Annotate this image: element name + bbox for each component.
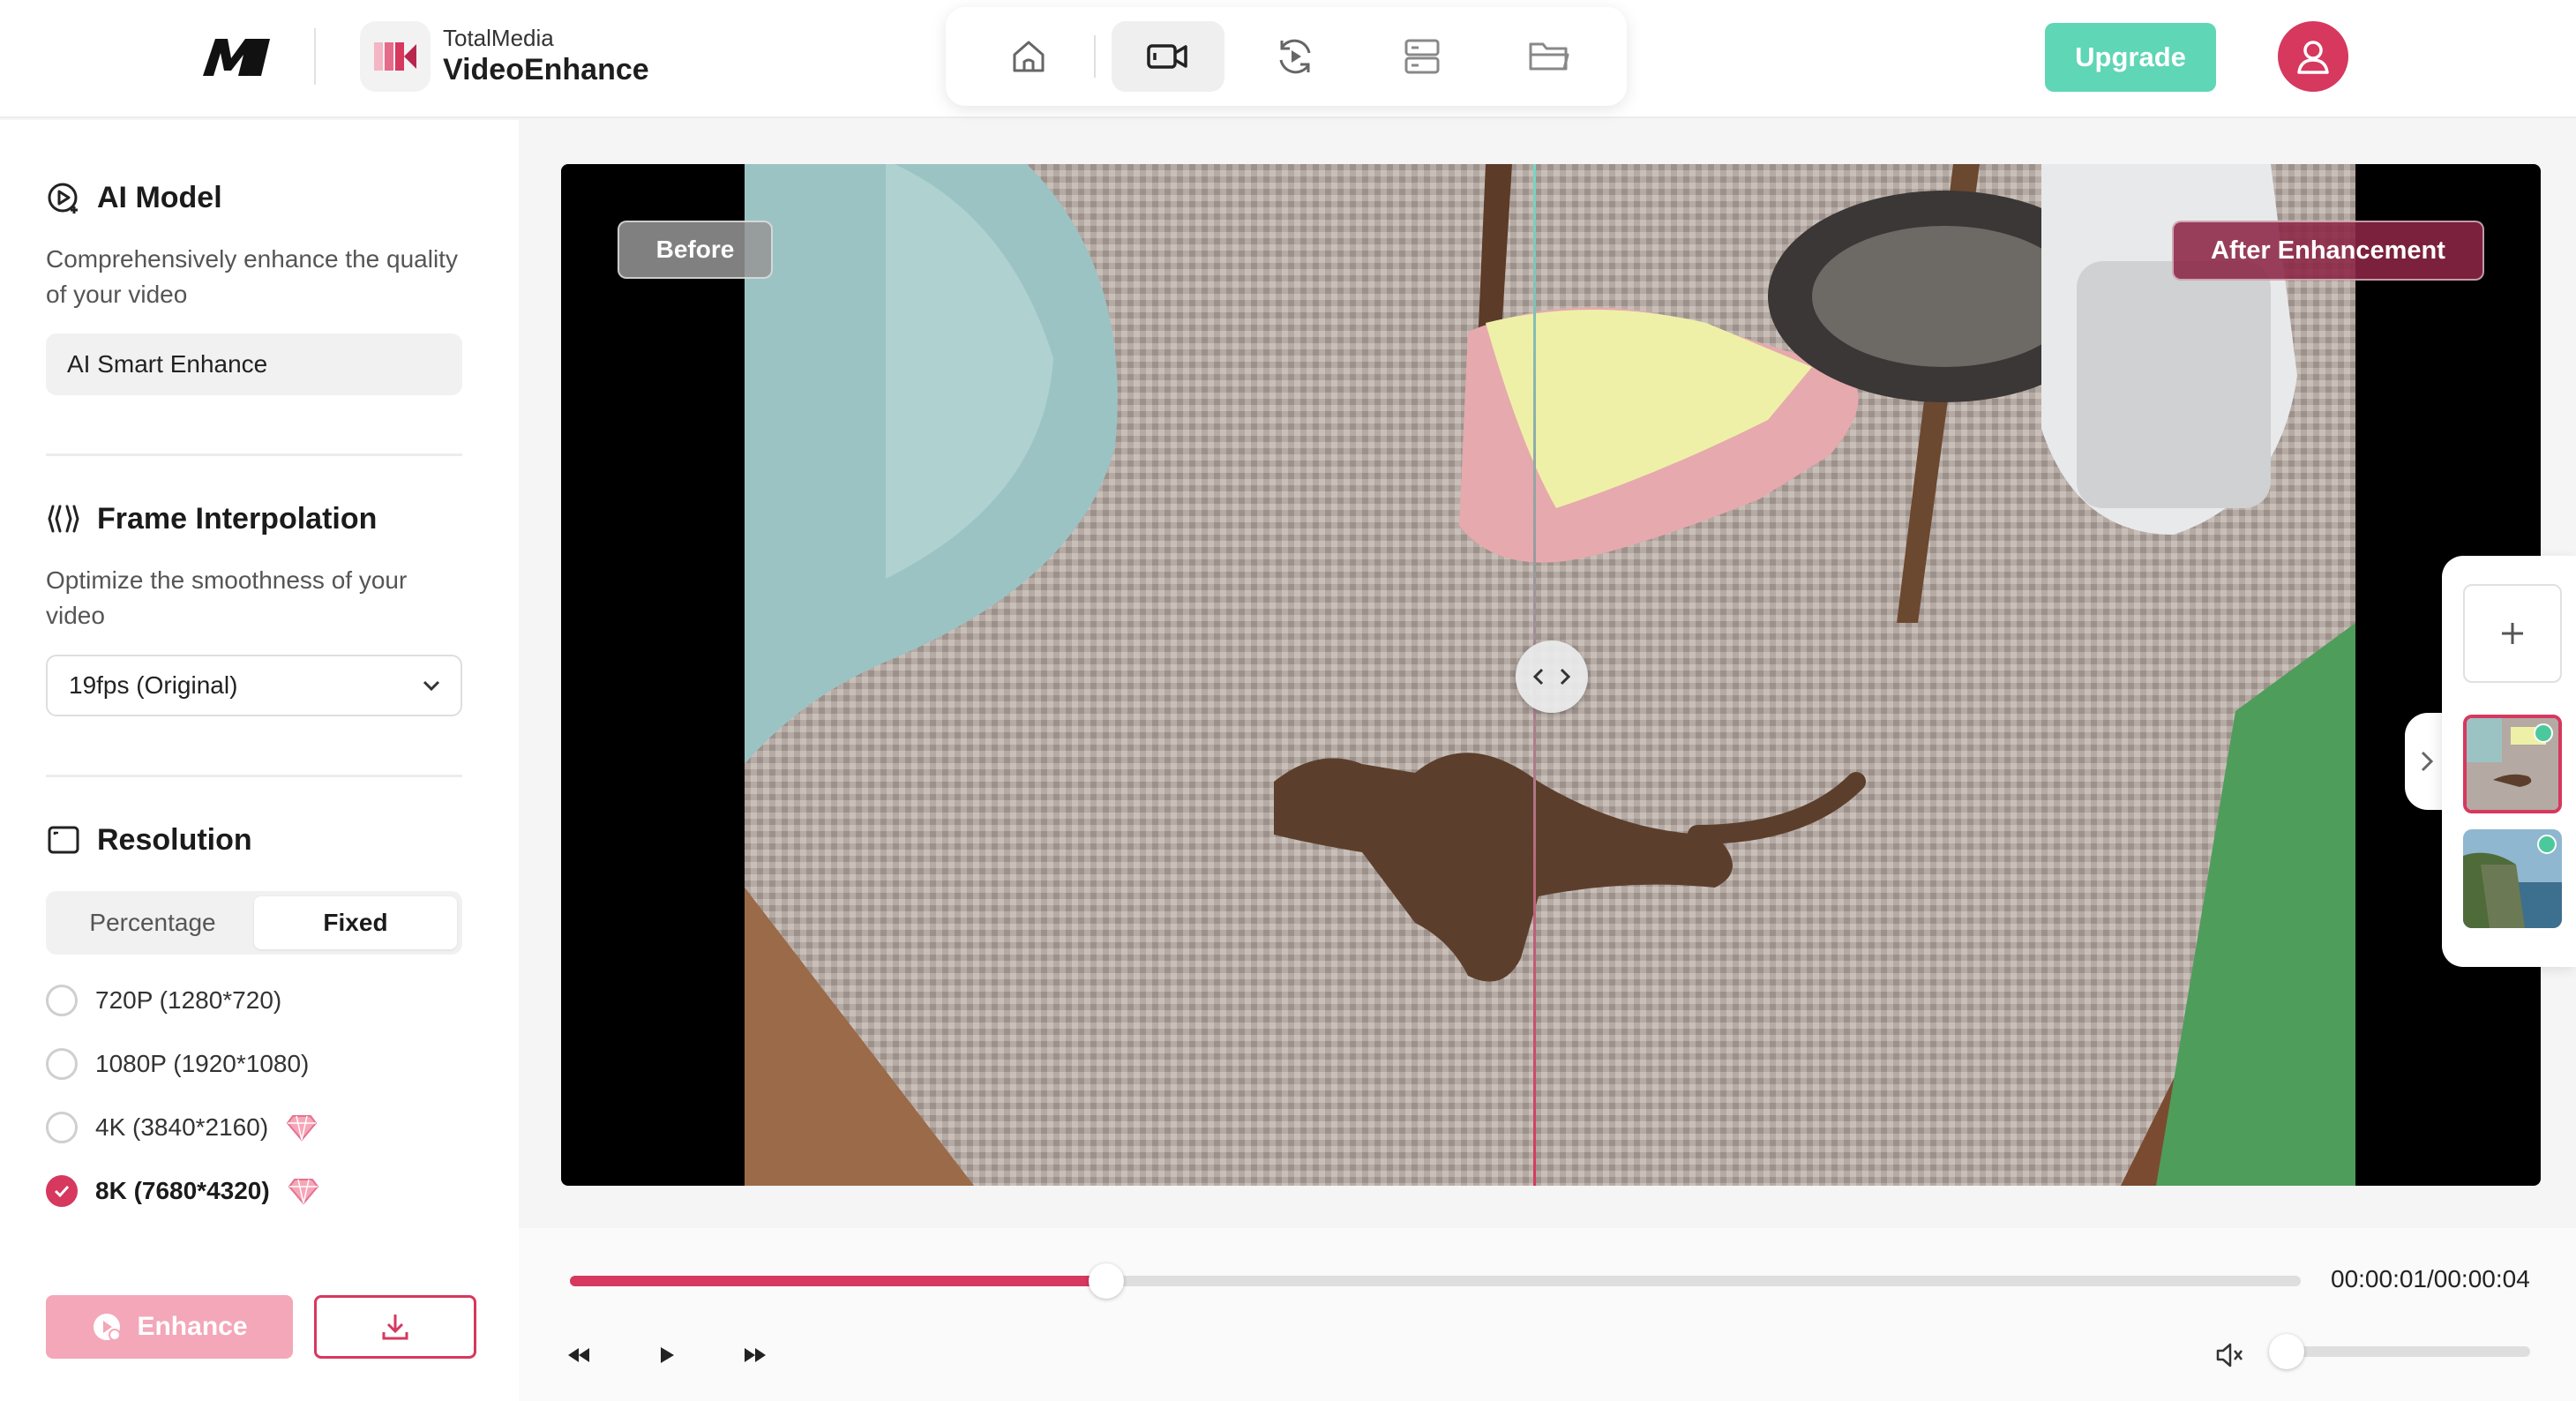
check-badge-icon (2537, 835, 2557, 854)
download-button[interactable] (314, 1295, 476, 1359)
plus-icon (2502, 623, 2523, 644)
video-thumbnail[interactable] (2463, 829, 2562, 928)
progress-bar[interactable] (570, 1263, 2301, 1299)
progress-fill (570, 1276, 1107, 1286)
section-divider (46, 453, 462, 456)
video-queue-panel (2442, 556, 2576, 967)
settings-sidebar: AI Model Comprehensively enhance the qua… (0, 120, 519, 1401)
progress-handle[interactable] (1089, 1263, 1125, 1299)
brand-logo[interactable] (199, 32, 273, 81)
left-right-arrows-icon (1532, 668, 1571, 686)
before-badge: Before (618, 221, 773, 279)
app-brand-label: TotalMedia (443, 25, 554, 51)
resolution-option-8k[interactable]: 8K (7680*4320) (46, 1173, 319, 1209)
resolution-option-720p[interactable]: 720P (1280*720) (46, 983, 281, 1018)
play-icon (661, 1347, 674, 1363)
refresh-play-icon (1279, 39, 1311, 74)
comparison-drag-handle[interactable] (1516, 641, 1588, 713)
rewind-icon (568, 1348, 589, 1362)
nav-separator (1094, 35, 1096, 78)
radio-button[interactable] (46, 1112, 78, 1143)
mute-button[interactable] (2209, 1334, 2251, 1376)
wave-icon (48, 505, 79, 533)
folder-icon (1529, 42, 1569, 71)
video-thumbnail[interactable] (2463, 715, 2562, 813)
time-display: 00:00:01/00:00:04 (2331, 1265, 2530, 1292)
enhance-button[interactable]: Enhance (46, 1295, 293, 1359)
ai-model-title: AI Model (46, 180, 222, 215)
download-icon (382, 1315, 408, 1340)
brand-divider (314, 28, 316, 85)
nav-home[interactable] (972, 21, 1085, 92)
resolution-title: Resolution (46, 822, 252, 858)
resolution-option-label: 4K (3840*2160) (95, 1113, 269, 1141)
after-enhancement-badge: After Enhancement (2172, 221, 2484, 281)
nav-folder[interactable] (1493, 21, 1606, 92)
resolution-option-label: 8K (7680*4320) (95, 1177, 270, 1204)
resolution-title-label: Resolution (97, 822, 252, 857)
resolution-option-label: 1080P (1920*1080) (95, 1050, 310, 1077)
resolution-option-4k[interactable]: 4K (3840*2160) (46, 1110, 318, 1145)
nav-video-enhance[interactable] (1112, 21, 1224, 92)
app-name: VideoEnhance (443, 53, 649, 86)
upgrade-button[interactable]: Upgrade (2045, 23, 2216, 92)
ai-model-title-label: AI Model (97, 180, 222, 214)
chevron-right-icon (2421, 751, 2434, 772)
home-icon (1013, 41, 1045, 72)
check-badge-icon (2534, 723, 2553, 743)
play-button[interactable] (646, 1334, 688, 1376)
m-logo-icon (203, 39, 270, 76)
playback-controls: 00:00:01/00:00:04 (519, 1228, 2576, 1401)
enhance-button-label: Enhance (137, 1312, 248, 1341)
frame-interpolation-description: Optimize the smoothness of your video (46, 566, 408, 629)
volume-handle[interactable] (2269, 1334, 2304, 1369)
radio-button[interactable] (46, 1048, 78, 1080)
resolution-option-1080p[interactable]: 1080P (1920*1080) (46, 1046, 309, 1082)
ai-play-icon (48, 183, 78, 214)
premium-diamond-icon (287, 1115, 318, 1141)
frame-interpolation-title: Frame Interpolation (46, 501, 377, 536)
frame-interpolation-title-label: Frame Interpolation (97, 501, 378, 536)
tab-fixed[interactable]: Fixed (254, 896, 457, 949)
enhance-icon (94, 1314, 122, 1341)
app-header: TotalMedia VideoEnhance Upgrade (0, 0, 2576, 118)
rewind-button[interactable] (558, 1334, 600, 1376)
section-divider (46, 775, 462, 777)
fps-select-value: 19fps (Original) (69, 671, 238, 699)
check-icon (54, 1185, 70, 1198)
nav-convert[interactable] (1239, 21, 1352, 92)
fast-forward-button[interactable] (734, 1334, 776, 1376)
tab-percentage[interactable]: Percentage (51, 896, 254, 949)
app-logo-icon (360, 21, 431, 92)
ai-model-description: Comprehensively enhance the quality of y… (46, 245, 458, 308)
premium-diamond-icon (288, 1179, 318, 1204)
server-list-icon (1404, 39, 1440, 74)
radio-button-checked[interactable] (46, 1175, 78, 1207)
resolution-option-label: 720P (1280*720) (95, 986, 282, 1014)
ai-model-field[interactable]: AI Smart Enhance (46, 333, 462, 395)
volume-muted-icon (2216, 1343, 2243, 1367)
nav-tasks[interactable] (1366, 21, 1479, 92)
user-icon (2297, 41, 2329, 74)
video-camera-icon (1147, 44, 1187, 69)
fast-forward-icon (745, 1348, 766, 1362)
fps-select[interactable]: 19fps (Original) (46, 655, 462, 716)
top-navigation (946, 7, 1627, 106)
add-video-button[interactable] (2463, 584, 2562, 683)
radio-button[interactable] (46, 985, 78, 1016)
user-avatar[interactable] (2278, 21, 2348, 92)
chevron-down-icon (423, 680, 440, 692)
resolution-frame-icon (48, 826, 79, 854)
volume-slider[interactable] (2269, 1334, 2530, 1369)
resolution-mode-toggle: Percentage Fixed (46, 891, 462, 955)
